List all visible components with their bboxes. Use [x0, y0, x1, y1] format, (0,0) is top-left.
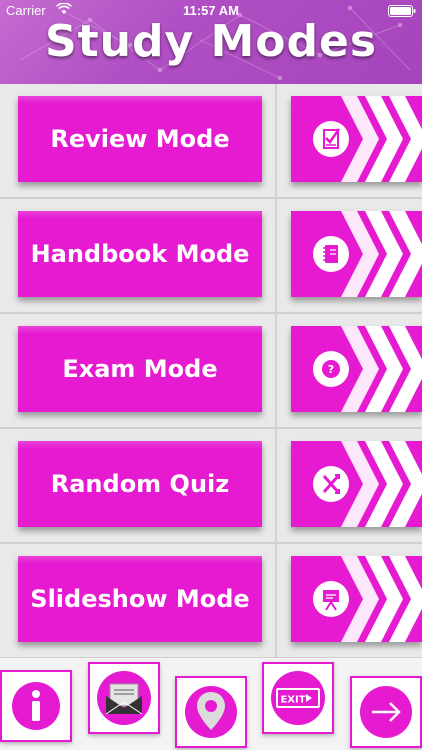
bottom-toolbar: EXIT: [0, 658, 422, 750]
review-mode-button[interactable]: Review Mode: [18, 96, 262, 182]
slideshow-mode-button[interactable]: Slideshow Mode: [18, 556, 262, 642]
presentation-icon: [313, 581, 349, 617]
row-separator: [275, 544, 277, 657]
notebook-icon: [313, 236, 349, 272]
handbook-mode-arrow-button[interactable]: [291, 211, 422, 297]
info-icon: [12, 682, 60, 730]
row-separator: [275, 429, 277, 542]
next-button[interactable]: [350, 676, 422, 748]
review-mode-arrow-button[interactable]: [291, 96, 422, 182]
mode-row-handbook: Handbook Mode: [0, 199, 422, 314]
checklist-icon: [313, 121, 349, 157]
random-quiz-button[interactable]: Random Quiz: [18, 441, 262, 527]
shuffle-icon: [313, 466, 349, 502]
location-button[interactable]: [175, 676, 247, 748]
question-icon: ?: [313, 351, 349, 387]
svg-text:?: ?: [328, 363, 334, 376]
mode-row-random: Random Quiz: [0, 429, 422, 544]
row-separator: [275, 84, 277, 197]
exam-mode-button[interactable]: Exam Mode: [18, 326, 262, 412]
exit-button[interactable]: EXIT: [262, 662, 334, 734]
mode-row-exam: Exam Mode ?: [0, 314, 422, 429]
mode-row-slideshow: Slideshow Mode: [0, 544, 422, 659]
email-icon: [97, 671, 151, 725]
random-quiz-arrow-button[interactable]: [291, 441, 422, 527]
location-icon: [185, 686, 237, 738]
exit-label: EXIT: [280, 695, 305, 706]
slideshow-mode-arrow-button[interactable]: [291, 556, 422, 642]
row-separator: [275, 314, 277, 427]
row-separator: [275, 199, 277, 312]
info-button[interactable]: [0, 670, 72, 742]
next-arrow-icon: [360, 686, 412, 738]
email-button[interactable]: [88, 662, 160, 734]
header: Carrier 11:57 AM Study Modes: [0, 0, 422, 84]
exit-icon: EXIT: [271, 671, 325, 725]
page-title: Study Modes: [44, 16, 378, 67]
exam-mode-arrow-button[interactable]: ?: [291, 326, 422, 412]
handbook-mode-button[interactable]: Handbook Mode: [18, 211, 262, 297]
mode-row-review: Review Mode: [0, 84, 422, 199]
